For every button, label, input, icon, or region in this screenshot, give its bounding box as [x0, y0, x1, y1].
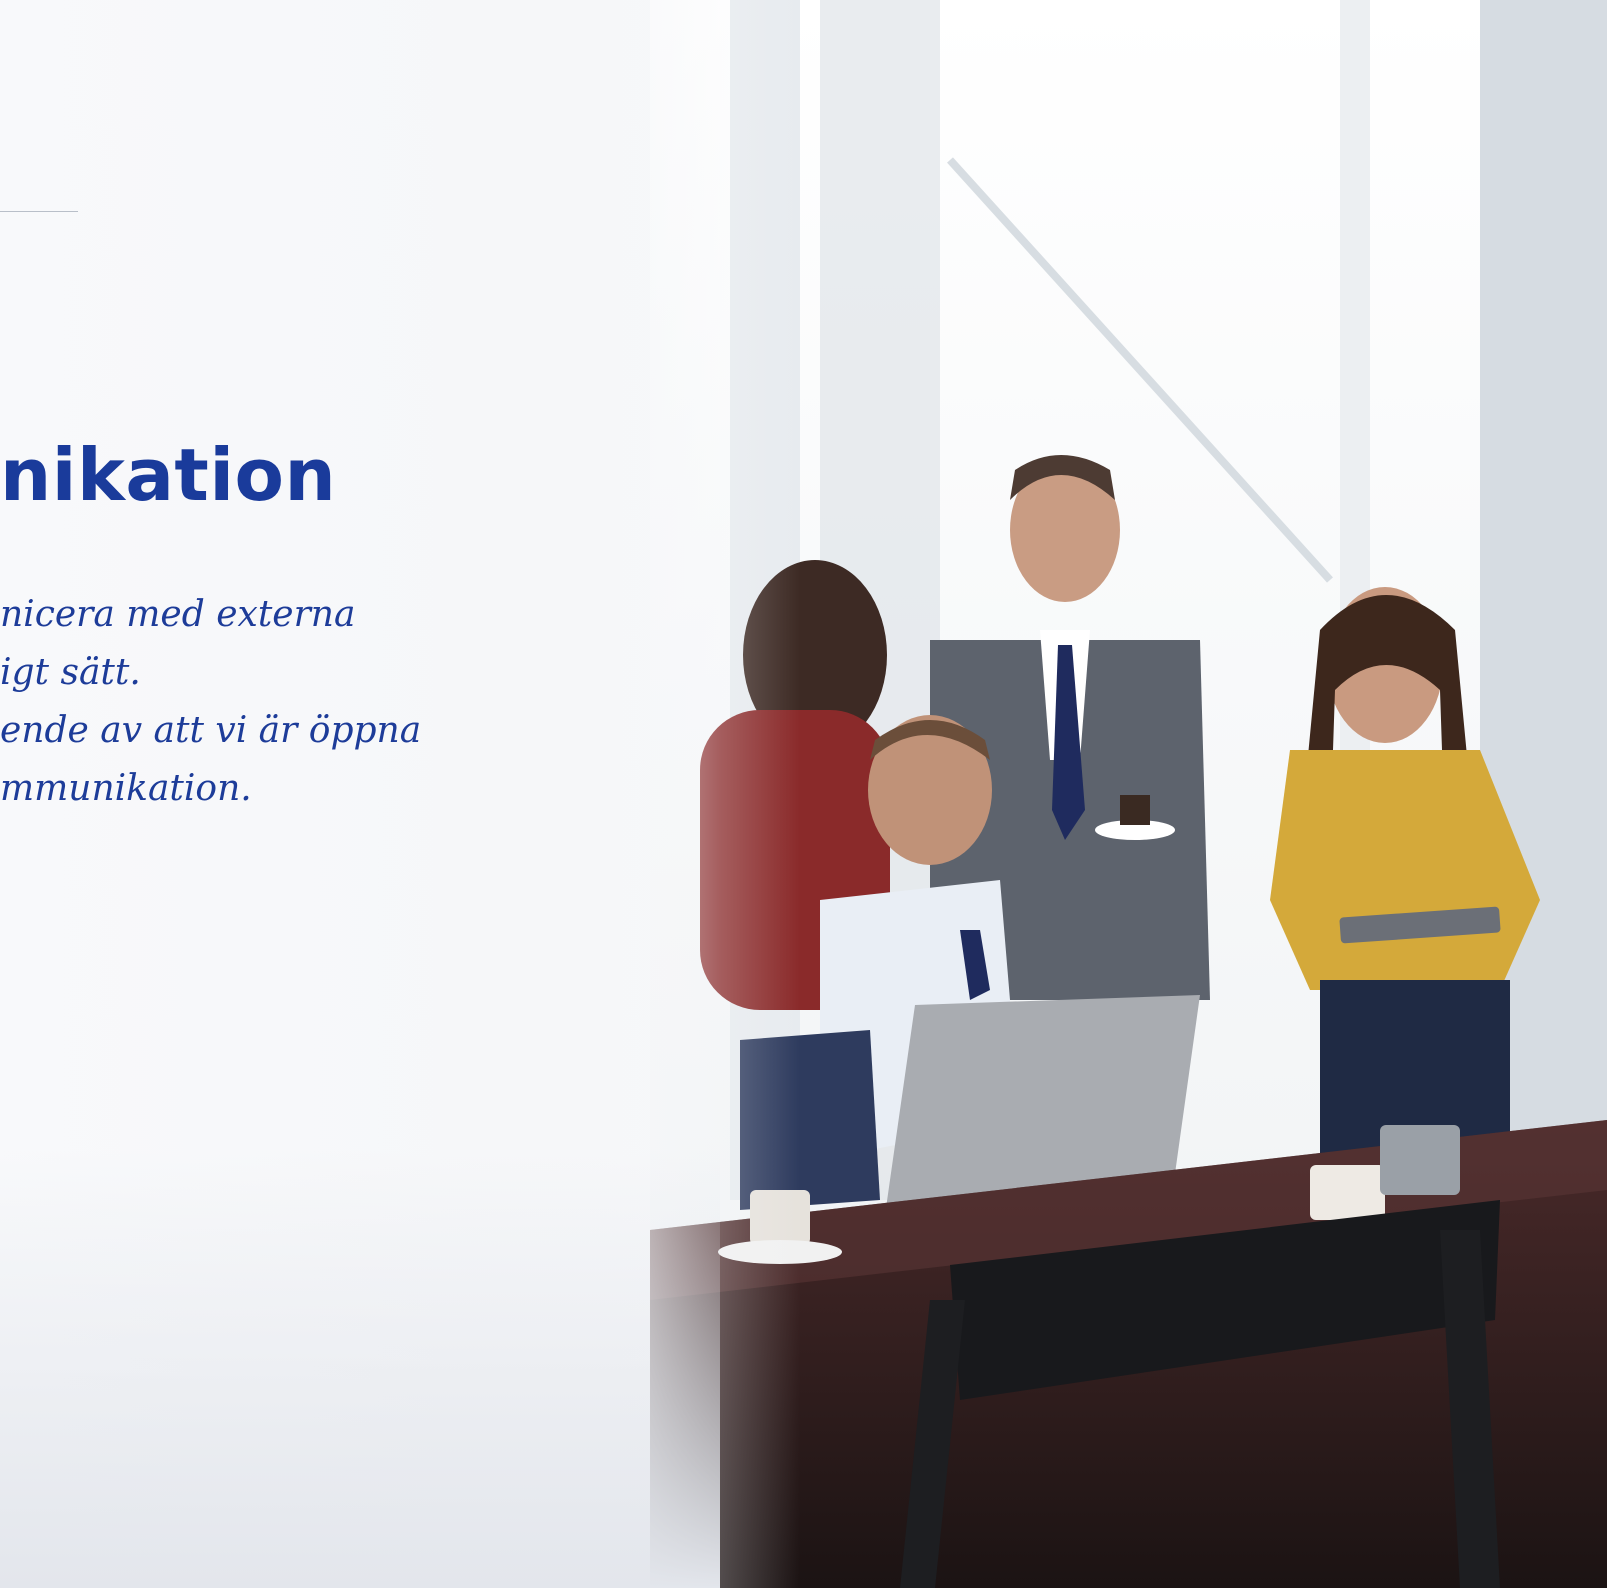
document-page: nikation nicera med externa igt sätt. en… [0, 0, 1607, 1588]
body-line: igt sätt. [0, 652, 141, 693]
body-line: mmunikation. [0, 768, 252, 809]
section-heading: nikation [0, 433, 337, 517]
bottom-left-fade [0, 1150, 720, 1588]
body-line: ende av att vi är öppna [0, 710, 422, 751]
body-line: nicera med externa [0, 594, 356, 635]
section-divider-line [0, 211, 78, 212]
body-paragraph: nicera med externa igt sätt. ende av att… [0, 586, 440, 818]
